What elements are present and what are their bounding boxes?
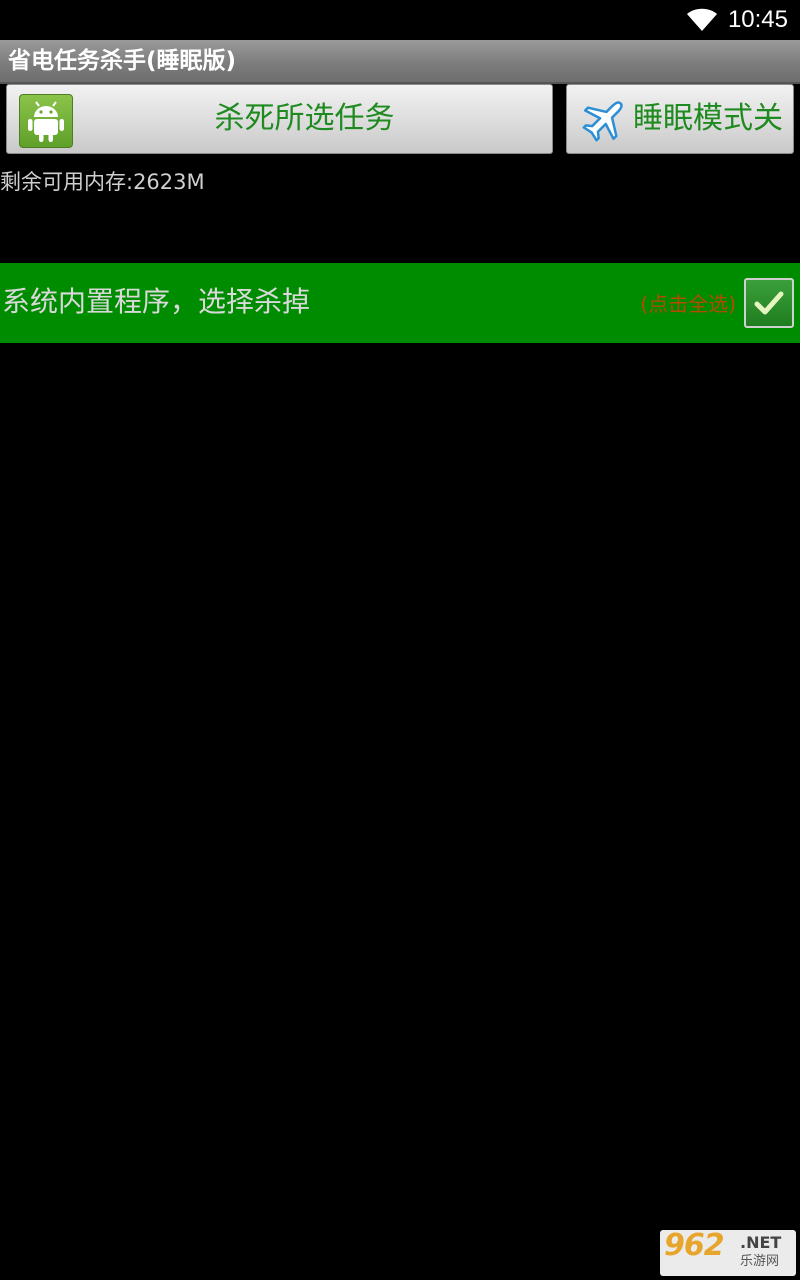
site-watermark-logo: 962 .NET 乐游网 (660, 1230, 796, 1276)
app-screen: 10:45 省电任务杀手(睡眠版) 杀死所选任务 睡眠模式关 剩余可用内存:26… (0, 0, 800, 1280)
watermark-main: 962 (664, 1228, 725, 1263)
wifi-icon (687, 8, 717, 31)
checkmark-icon (754, 291, 784, 315)
system-apps-group-row[interactable]: 系统内置程序，选择杀掉 (点击全选) (0, 263, 800, 343)
app-title-bar: 省电任务杀手(睡眠版) (0, 40, 800, 84)
select-all-checkbox[interactable] (744, 278, 794, 328)
status-bar: 10:45 (0, 0, 800, 40)
app-title: 省电任务杀手(睡眠版) (8, 48, 237, 74)
kill-selected-tasks-button[interactable]: 杀死所选任务 (6, 84, 553, 154)
group-title: 系统内置程序，选择杀掉 (2, 285, 311, 318)
available-memory-label: 剩余可用内存:2623M (0, 170, 205, 194)
select-all-hint[interactable]: (点击全选) (640, 291, 736, 317)
kill-button-label: 杀死所选任务 (214, 101, 395, 136)
status-clock: 10:45 (727, 6, 788, 33)
watermark-sub: 乐游网 (740, 1254, 780, 1269)
sleep-button-label: 睡眠模式关 (633, 101, 783, 136)
sleep-mode-toggle-button[interactable]: 睡眠模式关 (566, 84, 794, 154)
airplane-icon (582, 101, 623, 142)
watermark-suffix: .NET (740, 1233, 782, 1252)
